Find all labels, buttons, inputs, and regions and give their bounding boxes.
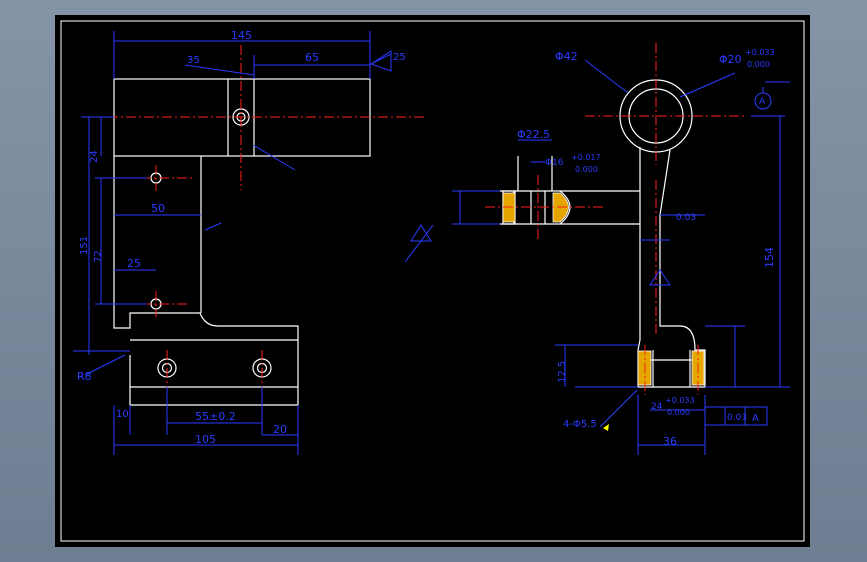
dim-phi42: Φ42 (555, 50, 578, 63)
roughness-mark: 25 (393, 52, 406, 63)
dim-24: 24 (89, 150, 100, 163)
tol-phi16-up: +0.017 (571, 153, 601, 162)
left-centerlines (90, 45, 425, 387)
marker (603, 424, 609, 431)
left-dimensions (73, 31, 392, 455)
dim-55: 55±0.2 (195, 410, 236, 423)
tol-phi20-up: +0.033 (745, 48, 775, 57)
tol-phi16-low: 0.000 (575, 165, 598, 174)
dim-35: 35 (187, 55, 200, 66)
dim-105: 105 (195, 433, 216, 446)
right-centerlines (485, 43, 745, 395)
dim-65: 65 (305, 51, 319, 64)
dim-151: 151 (79, 236, 90, 255)
dim-10: 10 (116, 409, 129, 420)
holes-label: 4-Φ5.5 (563, 419, 597, 430)
drawing-frame: 145 65 35 25 24 151 72 50 25 R8 10 55±0.… (55, 15, 810, 547)
perp-value: 0.03 (727, 413, 747, 423)
dim-20: 20 (273, 423, 287, 436)
left-view (113, 78, 371, 406)
datum-a-circle: A (759, 97, 766, 107)
dim-r8: R8 (77, 370, 92, 383)
cad-drawing: 145 65 35 25 24 151 72 50 25 R8 10 55±0.… (60, 20, 805, 542)
right-dimensions (404, 59, 790, 455)
perp-right: 0.03 (676, 213, 696, 223)
dim-phi22: Φ22.5 (517, 128, 550, 141)
dim-36: 36 (663, 435, 677, 448)
right-view (500, 79, 706, 388)
tol24-up: +0.033 (665, 396, 695, 405)
dim-50: 50 (151, 202, 165, 215)
tol-phi20-low: 0.000 (747, 60, 770, 69)
inner-border (60, 20, 805, 542)
dim-12-5: 12.5 (557, 361, 568, 383)
tol24-low: 0.000 (667, 408, 690, 417)
hatched-sections (502, 192, 705, 386)
dim-24-right: 24 (651, 402, 663, 412)
dim-154: 154 (763, 247, 776, 268)
dim-phi16: Φ16 (545, 158, 564, 168)
dim-145: 145 (231, 29, 252, 42)
datum-a: A (752, 413, 759, 424)
dim-phi20: Φ20 (719, 53, 742, 66)
dim-25: 25 (127, 257, 141, 270)
dim-72: 72 (93, 250, 104, 263)
